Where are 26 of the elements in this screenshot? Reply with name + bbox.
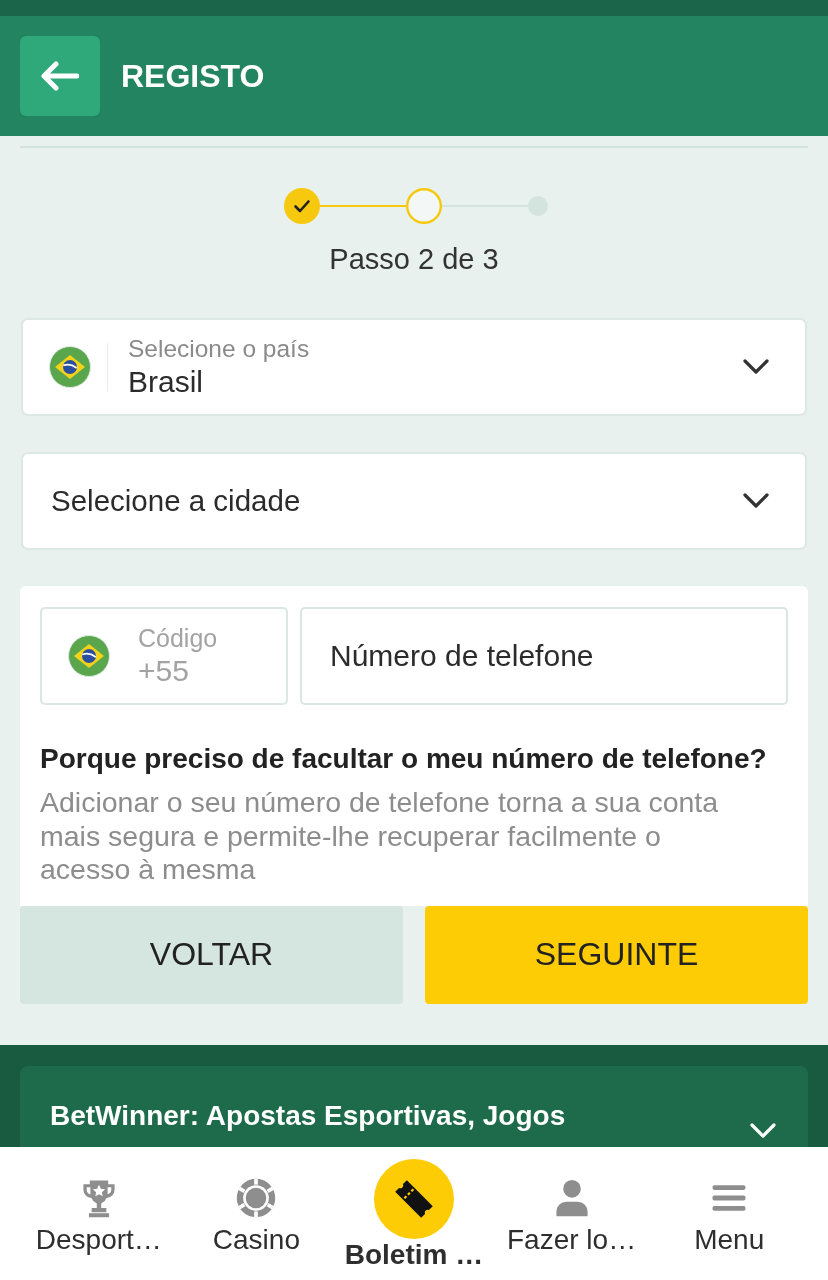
nav-tab[interactable]: Casino xyxy=(177,1147,336,1280)
country-select[interactable]: Selecione o país Brasil xyxy=(21,318,807,416)
back-button[interactable] xyxy=(20,36,100,116)
flag-icon xyxy=(49,346,91,388)
footer-title: BetWinner: Apostas Esportivas, Jogos xyxy=(50,1099,566,1132)
nav-tab[interactable]: Boletim … xyxy=(335,1147,493,1280)
chevron-down-icon xyxy=(743,359,769,375)
field-value: Brasil xyxy=(128,364,204,400)
nav-tab[interactable]: Menu xyxy=(650,1147,808,1280)
field-value: +55 xyxy=(138,653,190,689)
info-panel[interactable]: BetWinner: Apostas Esportivas, Jogos xyxy=(20,1065,808,1147)
flag-icon xyxy=(68,635,110,677)
chevron-down-icon xyxy=(743,493,769,509)
nav-tab[interactable]: Fazer lo… xyxy=(492,1147,651,1280)
phone-number-field[interactable]: Número de telefone xyxy=(300,607,788,705)
explanation-text: Adicionar o seu número de telefone torna a sua conta mais segura e permite-lhe recuperar facilmente o acesso à mesma xyxy=(40,786,720,887)
next-button[interactable]: SEGUINTE xyxy=(425,905,808,1004)
back-arrow-icon xyxy=(41,61,79,91)
back-step-button[interactable]: VOLTAR xyxy=(20,905,403,1004)
page-title: REGISTO xyxy=(121,57,265,95)
field-label: Código xyxy=(138,623,219,653)
field-label: Selecione o país xyxy=(128,334,311,364)
step-caption: Passo 2 de 3 xyxy=(328,242,500,276)
city-select[interactable]: Selecione a cidade xyxy=(21,452,807,550)
question-text: Porque preciso de facultar o meu número de telefone? xyxy=(40,743,768,775)
nav-tab[interactable]: Desport… xyxy=(20,1147,178,1280)
